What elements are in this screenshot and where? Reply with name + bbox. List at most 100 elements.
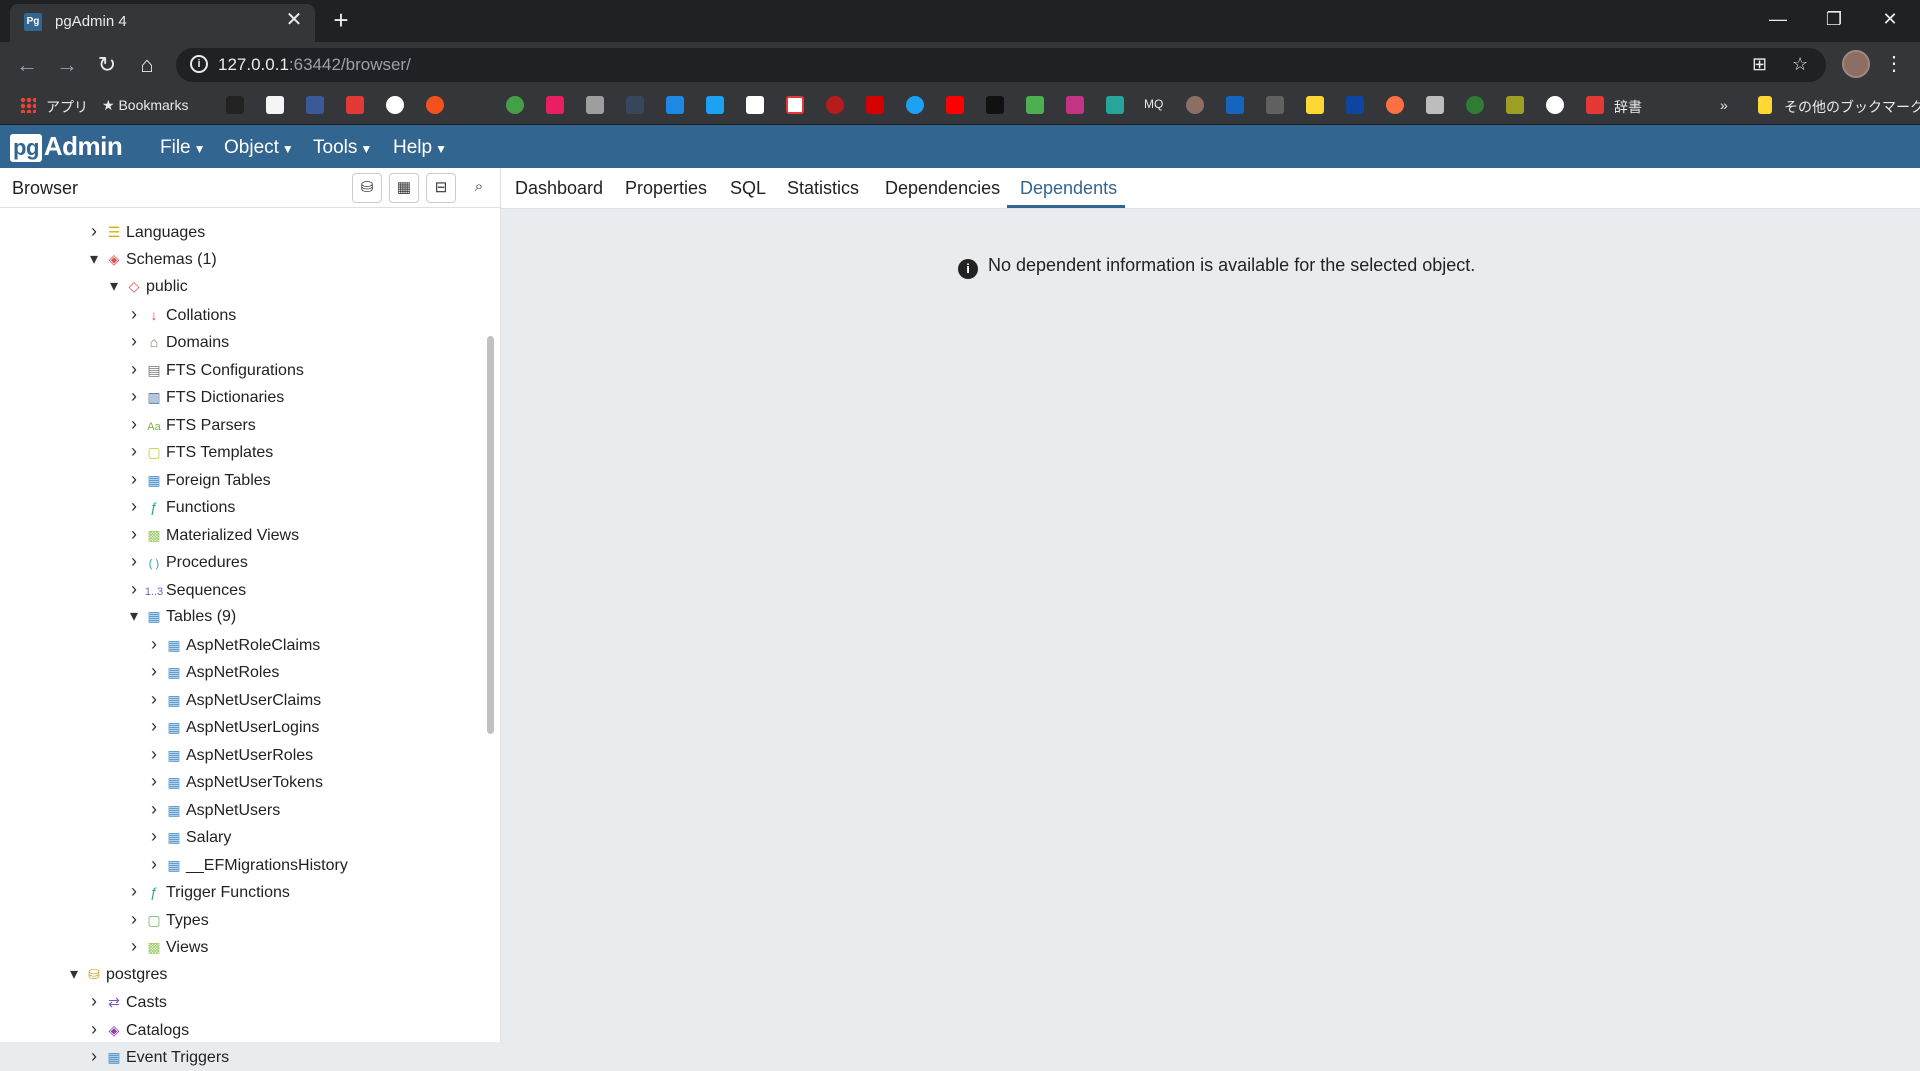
- tree-item[interactable]: › ⌂ Domains: [124, 328, 229, 354]
- bookmark-wikipedia-icon[interactable]: [746, 96, 764, 114]
- tree-item[interactable]: › Aa FTS Parsers: [124, 411, 256, 437]
- menu-tools[interactable]: Tools ▼: [313, 137, 372, 159]
- chevron-right-icon[interactable]: ›: [124, 576, 144, 602]
- bookmark-g-icon[interactable]: [426, 96, 444, 114]
- tree-item[interactable]: › ▦ AspNetUserTokens: [144, 768, 323, 794]
- bookmark-twitter-t-icon[interactable]: [706, 96, 724, 114]
- chevron-right-icon[interactable]: ›: [124, 933, 144, 959]
- bookmark-amazon-icon[interactable]: [266, 96, 284, 114]
- tab-properties[interactable]: Properties: [625, 178, 707, 199]
- chevron-right-icon[interactable]: ›: [124, 301, 144, 327]
- tree-item[interactable]: › 1..3 Sequences: [124, 576, 246, 602]
- tree-item[interactable]: ▾ ▦ Tables (9): [124, 603, 236, 629]
- tree-item[interactable]: ▾ ◈ Schemas (1): [84, 246, 217, 272]
- bookmarks-overflow-button[interactable]: »: [1720, 97, 1728, 113]
- reload-icon[interactable]: ↻: [92, 50, 122, 80]
- bookmark-teal-icon[interactable]: [1106, 96, 1124, 114]
- search-icon[interactable]: ⌕: [464, 173, 494, 203]
- minimize-icon[interactable]: —: [1758, 4, 1798, 34]
- chevron-right-icon[interactable]: ›: [144, 796, 164, 822]
- tree-item[interactable]: › ↓ Collations: [124, 301, 236, 327]
- chevron-right-icon[interactable]: ›: [144, 851, 164, 877]
- tree-item[interactable]: › ▦ AspNetRoles: [144, 658, 279, 684]
- query-tool-icon[interactable]: ⛁: [352, 173, 382, 203]
- chevron-right-icon[interactable]: ›: [144, 713, 164, 739]
- tab-statistics[interactable]: Statistics: [787, 178, 859, 199]
- tree-item[interactable]: › ▦ AspNetUserClaims: [144, 686, 321, 712]
- bookmark-mq-icon[interactable]: MQ: [1144, 97, 1163, 111]
- chevron-right-icon[interactable]: ›: [124, 356, 144, 382]
- bookmark-w-icon[interactable]: [786, 96, 804, 114]
- bookmark-tumblr-icon[interactable]: [626, 96, 644, 114]
- bookmark-red-icon[interactable]: [826, 96, 844, 114]
- view-data-icon[interactable]: ▦: [389, 173, 419, 203]
- chevron-right-icon[interactable]: ›: [124, 383, 144, 409]
- chevron-right-icon[interactable]: ›: [124, 548, 144, 574]
- tab-close-icon[interactable]: ✕: [283, 9, 305, 31]
- chevron-right-icon[interactable]: ›: [144, 686, 164, 712]
- bookmark-gray-icon[interactable]: [1266, 96, 1284, 114]
- chevron-right-icon[interactable]: ›: [144, 823, 164, 849]
- chevron-right-icon[interactable]: ›: [84, 1016, 104, 1042]
- browser-tab[interactable]: Pg pgAdmin 4 ✕: [10, 4, 315, 42]
- chevron-right-icon[interactable]: ›: [124, 493, 144, 519]
- tab-sql[interactable]: SQL: [730, 178, 766, 199]
- chevron-down-icon[interactable]: ▾: [104, 274, 124, 300]
- chevron-right-icon[interactable]: ›: [124, 466, 144, 492]
- bookmark-bookmarks[interactable]: ★ Bookmarks: [102, 97, 188, 114]
- tree-item[interactable]: › ▩ Materialized Views: [124, 521, 299, 547]
- chevron-right-icon[interactable]: ›: [144, 631, 164, 657]
- tree-item[interactable]: › ▥ FTS Dictionaries: [124, 383, 284, 409]
- tree-item[interactable]: › ▦ AspNetUsers: [144, 796, 280, 822]
- chevron-right-icon[interactable]: ›: [84, 988, 104, 1014]
- new-tab-button[interactable]: +: [327, 6, 355, 34]
- chevron-right-icon[interactable]: ›: [124, 906, 144, 932]
- bookmark-dictionary[interactable]: 辞書: [1614, 97, 1642, 117]
- bookmark-doc-icon[interactable]: [586, 96, 604, 114]
- translate-icon[interactable]: ⊞: [1752, 54, 1767, 75]
- bookmark-black-icon[interactable]: [986, 96, 1004, 114]
- chevron-right-icon[interactable]: ›: [144, 741, 164, 767]
- chevron-right-icon[interactable]: ›: [124, 438, 144, 464]
- apps-grid-icon[interactable]: [20, 97, 36, 113]
- bookmark-yahoo-icon[interactable]: [866, 96, 884, 114]
- window-close-icon[interactable]: ✕: [1870, 4, 1910, 34]
- home-icon[interactable]: ⌂: [132, 50, 162, 80]
- tree-item[interactable]: › ƒ Functions: [124, 493, 235, 519]
- tab-dependents[interactable]: Dependents: [1020, 178, 1117, 199]
- tree-item[interactable]: › ▦ AspNetUserLogins: [144, 713, 319, 739]
- chevron-right-icon[interactable]: ›: [144, 768, 164, 794]
- bookmark-facebook-icon[interactable]: [306, 96, 324, 114]
- chevron-down-icon[interactable]: ▾: [84, 247, 104, 273]
- bookmark-music-icon[interactable]: [1306, 96, 1324, 114]
- tree-item[interactable]: › ▦ AspNetUserRoles: [144, 741, 313, 767]
- url-text[interactable]: 127.0.0.1:63442/browser/: [218, 55, 411, 75]
- tree-item[interactable]: › ☰ Languages: [84, 218, 205, 244]
- tree-item[interactable]: › ◈ Catalogs: [84, 1016, 189, 1042]
- chevron-right-icon[interactable]: ›: [144, 658, 164, 684]
- bookmark-other[interactable]: その他のブックマーク: [1784, 97, 1920, 117]
- tab-dependencies[interactable]: Dependencies: [885, 178, 1000, 199]
- bookmark-orange-icon[interactable]: [1386, 96, 1404, 114]
- tree-item[interactable]: › ▩ Views: [124, 933, 208, 959]
- tab-dashboard[interactable]: Dashboard: [515, 178, 603, 199]
- tree-item[interactable]: › ▦ Salary: [144, 823, 231, 849]
- bookmark-a-icon[interactable]: [226, 96, 244, 114]
- chevron-right-icon[interactable]: ›: [124, 521, 144, 547]
- tree-item[interactable]: › ▦ __EFMigrationsHistory: [144, 851, 348, 877]
- chevron-down-icon[interactable]: ▾: [64, 962, 84, 988]
- menu-help[interactable]: Help ▼: [393, 137, 447, 159]
- filtered-rows-icon[interactable]: ⊟: [426, 173, 456, 203]
- chevron-down-icon[interactable]: ▾: [124, 604, 144, 630]
- chevron-right-icon[interactable]: ›: [84, 218, 104, 244]
- tree-item[interactable]: › ▦ Event Triggers: [84, 1043, 229, 1069]
- tree-item[interactable]: › ▢ Types: [124, 906, 209, 932]
- bookmark-instagram-icon[interactable]: [1066, 96, 1084, 114]
- address-bar[interactable]: i 127.0.0.1:63442/browser/ ⊞ ☆: [176, 48, 1826, 82]
- site-info-icon[interactable]: i: [190, 55, 208, 73]
- bookmark-youtube-icon[interactable]: [946, 96, 964, 114]
- tree-item[interactable]: › ƒ Trigger Functions: [124, 878, 290, 904]
- tree-item[interactable]: › ▦ AspNetRoleClaims: [144, 631, 320, 657]
- bookmark-blue-icon[interactable]: [666, 96, 684, 114]
- bookmark-search-icon[interactable]: [1426, 96, 1444, 114]
